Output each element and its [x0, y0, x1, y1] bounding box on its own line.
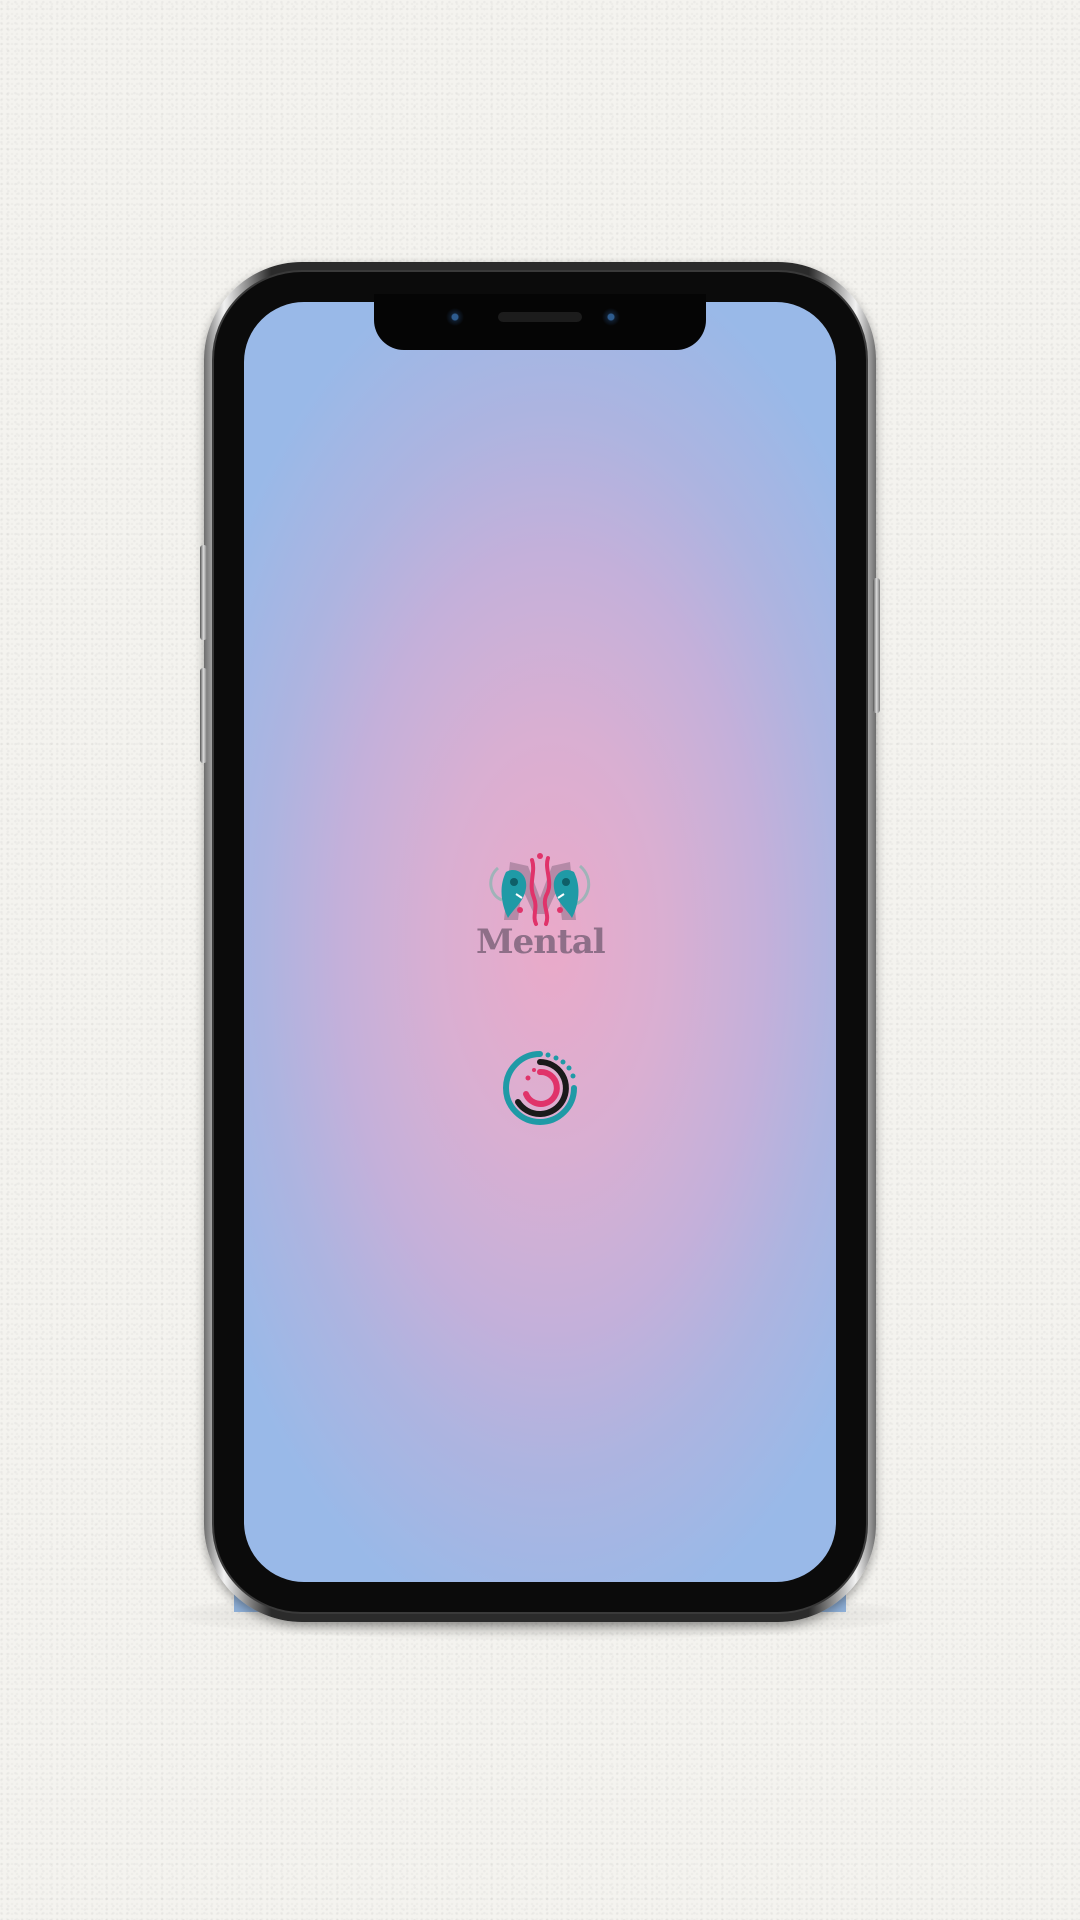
earpiece-speaker	[498, 312, 582, 322]
sensor-icon	[602, 308, 620, 326]
volume-up-button	[200, 545, 207, 640]
phone-notch	[374, 294, 706, 350]
app-logo-text: Mental	[476, 922, 606, 962]
front-camera-icon	[446, 308, 464, 326]
loading-spinner-icon	[503, 1051, 577, 1125]
power-button	[873, 578, 880, 713]
volume-down-button	[200, 668, 207, 763]
